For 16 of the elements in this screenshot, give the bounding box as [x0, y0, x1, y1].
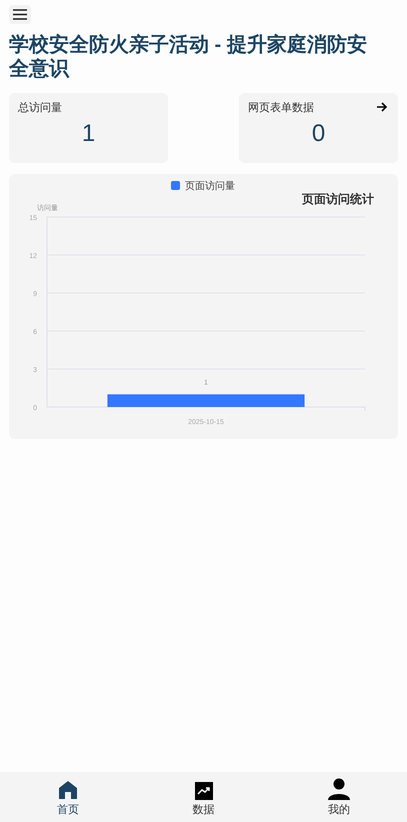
arrow-right-icon[interactable]: [376, 101, 388, 113]
home-icon: [58, 780, 78, 800]
stat-value: 1: [82, 118, 96, 148]
nav-tab[interactable]: 数据: [136, 772, 272, 822]
stat-label: 总访问量: [18, 100, 62, 116]
trend-chart-icon: [194, 782, 212, 800]
legend-label: 页面访问量: [185, 181, 235, 192]
nav-tab[interactable]: 我的: [271, 772, 407, 822]
page-title: 学校安全防火亲子活动 - 提升家庭消防安全意识: [9, 33, 368, 81]
menu-icon: [13, 9, 27, 20]
nav-tab[interactable]: 首页: [0, 772, 136, 822]
user-icon: [328, 778, 350, 800]
menu-button[interactable]: [9, 5, 31, 24]
stat-value: 0: [312, 118, 326, 148]
chart-title: 页面访问统计: [302, 192, 374, 206]
stat-label: 网页表单数据: [248, 101, 314, 116]
